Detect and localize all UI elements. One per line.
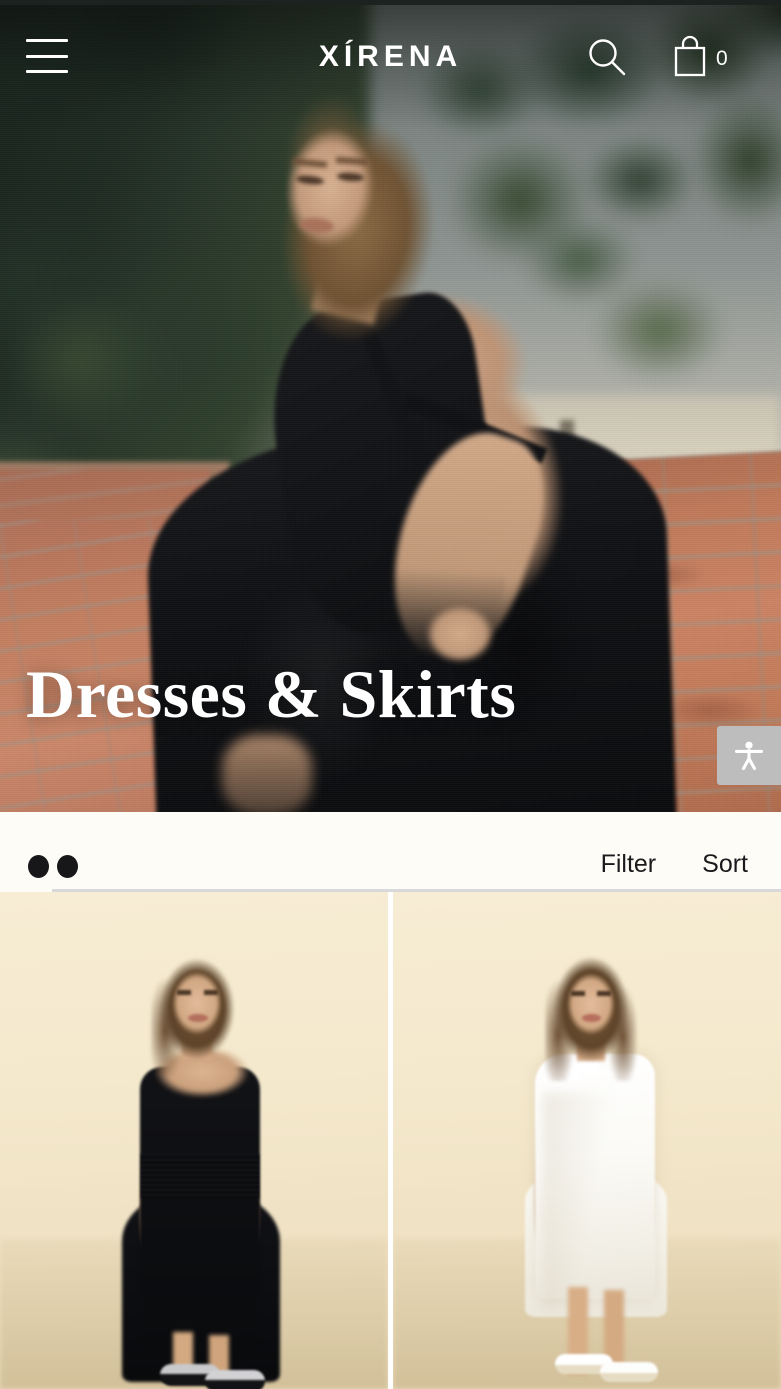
filter-bar-divider: [52, 889, 781, 892]
product-model-eyes: [177, 990, 218, 995]
brand-logo[interactable]: XÍRENA: [0, 40, 781, 74]
hero-model-leg: [222, 735, 312, 812]
product-model-eyes: [571, 991, 611, 996]
product-model-shoe-right: [600, 1362, 658, 1382]
grid-dot-2: [57, 855, 78, 878]
filter-sort-bar: Filter Sort: [0, 812, 781, 892]
product-model-shoe-right: [205, 1370, 265, 1389]
filter-button[interactable]: Filter: [601, 850, 657, 879]
product-dress-bodice: [140, 1067, 260, 1357]
hero-banner: Dresses & Skirts: [0, 0, 781, 812]
two-column-grid-icon[interactable]: [28, 855, 78, 878]
filter-sort-actions: Filter Sort: [601, 850, 748, 879]
shopping-bag-icon[interactable]: [668, 34, 714, 80]
page-title: Dresses & Skirts: [26, 656, 517, 732]
hero-model-face: [270, 112, 391, 264]
product-model-lips: [188, 1014, 208, 1022]
page-viewport: Dresses & Skirts XÍRENA 0 Filter Sort: [0, 0, 781, 1389]
accessibility-widget-button[interactable]: [717, 726, 781, 785]
bag-item-count: 0: [716, 47, 728, 70]
product-model-face: [168, 966, 226, 1040]
product-card[interactable]: [393, 892, 781, 1389]
grid-dot-1: [28, 855, 49, 878]
accessibility-person-icon: [734, 741, 764, 770]
search-icon[interactable]: [586, 36, 628, 78]
product-dress-waist: [141, 1154, 259, 1198]
site-header: XÍRENA 0: [0, 0, 781, 113]
product-model-lips: [582, 1014, 601, 1022]
product-grid-divider: [388, 892, 393, 1389]
product-card[interactable]: [0, 892, 388, 1389]
product-model-face: [563, 968, 619, 1040]
product-dress-shading: [543, 1092, 653, 1312]
sort-button[interactable]: Sort: [702, 850, 748, 879]
